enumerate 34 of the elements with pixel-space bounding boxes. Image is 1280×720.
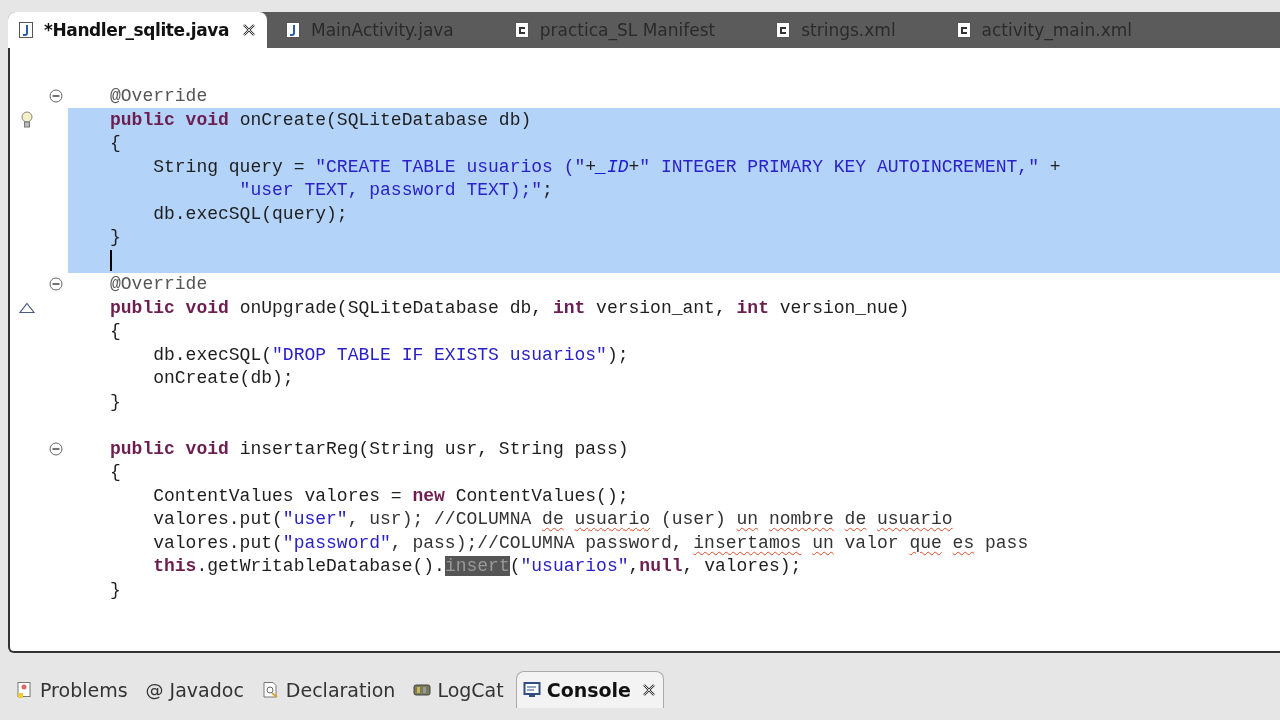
code-line: } (110, 227, 121, 248)
at-sign-icon: @ (145, 679, 164, 700)
code-line: public void onUpgrade(SQLiteDatabase db, int version_ant, int version_nue) (110, 297, 910, 318)
code-line: @Override (110, 274, 208, 295)
code-line: onCreate(db); (152, 368, 294, 389)
console-icon (522, 681, 541, 699)
code-line: { (110, 321, 121, 342)
panel-tab[interactable]: Declaration (255, 671, 402, 708)
xml-file-icon (513, 21, 532, 39)
code-line: valores.put("password", pass);//COLUMNA password, insertamos un valor que es pass (152, 532, 1029, 553)
code-line: "user TEXT, password TEXT);"; (238, 180, 553, 201)
problems-icon (16, 680, 34, 699)
panel-tab[interactable]: Console (515, 671, 664, 708)
code-line: @Override (110, 86, 208, 107)
panel-tab[interactable]: @ Javadoc (139, 671, 250, 708)
code-line: db.execSQL(query); (152, 203, 348, 224)
code-line: { (110, 133, 121, 154)
code-line: { (110, 462, 121, 483)
xml-file-icon (955, 21, 974, 39)
code-line: } (110, 391, 121, 412)
code-line: public void onCreate(SQLiteDatabase db) (110, 109, 532, 130)
java-file-icon (285, 21, 303, 39)
code-line: ContentValues valores = new ContentValues(); (152, 485, 629, 506)
code-line: public void insertarReg(String usr, String pass) (110, 438, 629, 459)
code-line: String query = "CREATE TABLE usuarios ("+_ID+" INTEGER PRIMARY KEY AUTOINCREMENT," + (152, 156, 1061, 177)
declaration-icon (261, 680, 280, 699)
code-line: this.getWritableDatabase().insert("usuarios",null, valores); (152, 556, 802, 577)
panel-tab[interactable]: Problems (10, 671, 134, 708)
panel-tab[interactable]: LogCat (407, 671, 510, 708)
code-line: db.execSQL("DROP TABLE IF EXISTS usuarios"); (152, 344, 629, 365)
code-line: } (110, 579, 121, 600)
java-file-icon (18, 21, 36, 39)
code-line: valores.put("user", usr); //COLUMNA de usuario (user) un nombre de usuario (152, 509, 953, 530)
editor-tab[interactable]: *Handler_sqlite.java (8, 12, 267, 48)
